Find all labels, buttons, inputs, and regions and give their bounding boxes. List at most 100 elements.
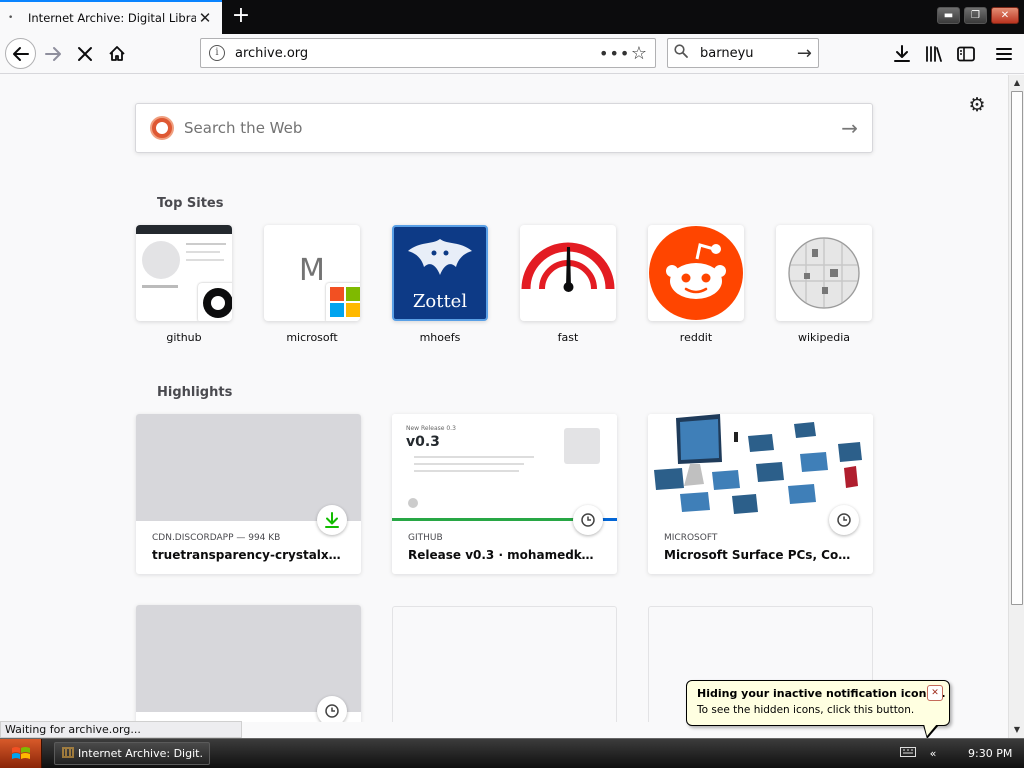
- system-tray: « 9:30 PM: [900, 739, 1024, 768]
- back-button[interactable]: [5, 38, 36, 69]
- stop-button[interactable]: [70, 39, 100, 69]
- top-site-label: mhoefs: [419, 331, 461, 344]
- top-site-reddit-thumbnail: [648, 225, 744, 321]
- top-site-microsoft[interactable]: M microsoft: [264, 225, 360, 344]
- scroll-down-icon[interactable]: ▼: [1009, 722, 1024, 738]
- download-icon: [894, 45, 910, 62]
- microsoft-logo-icon: [326, 283, 360, 321]
- zottel-logo-icon: [408, 239, 472, 275]
- url-bar[interactable]: i archive.org ••• ☆: [200, 38, 656, 68]
- speedometer-icon: [521, 242, 615, 292]
- top-site-microsoft-thumbnail: M: [264, 225, 360, 321]
- clock-badge-icon: [317, 696, 347, 722]
- highlight-thumbnail: [136, 605, 361, 722]
- url-text[interactable]: archive.org: [225, 46, 599, 61]
- bookmark-star-icon[interactable]: ☆: [625, 43, 647, 64]
- gear-icon[interactable]: ⚙: [966, 94, 988, 116]
- search-input[interactable]: barneyu: [692, 46, 797, 61]
- highlight-title: Microsoft Surface PCs, Compute...: [664, 548, 857, 562]
- vertical-scrollbar[interactable]: ▲ ▼: [1008, 75, 1024, 738]
- new-tab-page: ⚙ Search the Web → Top Sites github M mi…: [0, 75, 1008, 722]
- top-site-reddit[interactable]: reddit: [648, 225, 744, 344]
- windows-logo-icon: [11, 746, 30, 759]
- highlights-title: Highlights: [157, 385, 233, 400]
- web-search-placeholder: Search the Web: [184, 119, 303, 137]
- web-search-box[interactable]: Search the Web →: [135, 103, 873, 153]
- tab-close-icon[interactable]: ✕: [196, 9, 214, 27]
- top-site-label: github: [166, 331, 202, 344]
- highlight-card-empty-thumb[interactable]: [136, 605, 361, 722]
- new-tab-button[interactable]: +: [228, 4, 254, 30]
- restore-button[interactable]: ❐: [964, 7, 987, 24]
- library-icon: [926, 46, 942, 62]
- top-site-label: microsoft: [286, 331, 338, 344]
- top-site-wikipedia[interactable]: wikipedia: [776, 225, 872, 344]
- clock-text[interactable]: 9:30 PM: [944, 747, 1012, 760]
- top-site-github-thumbnail: [136, 225, 232, 321]
- highlight-card-discord[interactable]: CDN.DISCORDAPP — 994 KB truetransparency…: [136, 414, 361, 574]
- site-info-icon[interactable]: i: [209, 45, 225, 61]
- notification-balloon[interactable]: Hiding your inactive notification icons.…: [686, 680, 950, 726]
- web-search-go-icon[interactable]: →: [841, 116, 858, 140]
- top-site-fast-thumbnail: [520, 225, 616, 321]
- highlight-source: GITHUB: [408, 533, 443, 543]
- taskbar-item-firefox[interactable]: Internet Archive: Digit...: [54, 742, 210, 765]
- release-heading: v0.3: [406, 434, 440, 450]
- library-button[interactable]: [919, 39, 949, 69]
- back-arrow-icon: [12, 46, 29, 61]
- balloon-title: Hiding your inactive notification icons.…: [697, 687, 946, 700]
- menu-button[interactable]: [989, 39, 1019, 69]
- clock-badge-icon: [829, 505, 859, 535]
- top-site-github[interactable]: github: [136, 225, 232, 344]
- tab-title: Internet Archive: Digital Library of Fre…: [28, 11, 196, 25]
- highlight-card-microsoft[interactable]: MICROSOFT Microsoft Surface PCs, Compute…: [648, 414, 873, 574]
- github-icon: [198, 283, 232, 321]
- start-button[interactable]: [0, 739, 42, 768]
- highlight-thumbnail: [136, 414, 361, 535]
- release-kicker: New Release 0.3: [406, 425, 456, 432]
- tab-strip: • Internet Archive: Digital Library of F…: [0, 0, 1024, 34]
- page-actions-icon[interactable]: •••: [599, 44, 629, 63]
- forward-arrow-icon: [45, 47, 61, 61]
- highlight-source: MICROSOFT: [664, 533, 718, 543]
- home-icon: [109, 46, 125, 61]
- balloon-close-icon[interactable]: ✕: [927, 685, 943, 701]
- reddit-alien-icon: [649, 226, 743, 320]
- top-site-mhoefs-thumbnail: Zottel: [392, 225, 488, 321]
- home-button[interactable]: [102, 39, 132, 69]
- top-site-mhoefs[interactable]: Zottel mhoefs: [392, 225, 488, 344]
- minimize-button[interactable]: ▬: [937, 7, 960, 24]
- top-sites-title: Top Sites: [157, 196, 224, 211]
- top-site-label: fast: [557, 331, 579, 344]
- show-hidden-icons-button[interactable]: «: [922, 747, 944, 760]
- highlight-title: Release v0.3 · mohamedkomalo/...: [408, 548, 601, 562]
- clock-badge-icon: [573, 505, 603, 535]
- forward-button[interactable]: [38, 39, 68, 69]
- highlight-card-github[interactable]: New Release 0.3 v0.3 GITHUB Release v0.3…: [392, 414, 617, 574]
- sidebar-icon: [957, 46, 975, 62]
- stop-x-icon: [78, 47, 92, 61]
- download-badge-icon: [317, 505, 347, 535]
- search-go-icon[interactable]: →: [797, 43, 812, 64]
- window-close-button[interactable]: ✕: [991, 7, 1019, 24]
- hamburger-menu-icon: [996, 48, 1012, 60]
- tab-internet-archive[interactable]: • Internet Archive: Digital Library of F…: [0, 0, 222, 34]
- nav-toolbar: i archive.org ••• ☆ barneyu →: [0, 34, 1024, 74]
- scroll-up-icon[interactable]: ▲: [1009, 75, 1024, 91]
- highlight-thumbnail: New Release 0.3 v0.3: [392, 414, 617, 535]
- downloads-button[interactable]: [887, 39, 917, 69]
- top-site-label: wikipedia: [797, 331, 850, 344]
- top-site-wikipedia-thumbnail: [776, 225, 872, 321]
- search-icon: [674, 44, 692, 62]
- scrollbar-thumb[interactable]: [1011, 91, 1023, 605]
- keyboard-icon[interactable]: [900, 747, 922, 760]
- top-site-fast[interactable]: fast: [520, 225, 616, 344]
- top-site-label: reddit: [679, 331, 713, 344]
- wikipedia-globe-icon: [788, 237, 860, 309]
- status-text: Waiting for archive.org...: [0, 721, 242, 738]
- avatar: [564, 428, 600, 464]
- highlight-source: CDN.DISCORDAPP — 994 KB: [152, 533, 281, 543]
- search-bar[interactable]: barneyu →: [667, 38, 819, 68]
- sidebar-button[interactable]: [951, 39, 981, 69]
- highlight-placeholder: [392, 606, 617, 722]
